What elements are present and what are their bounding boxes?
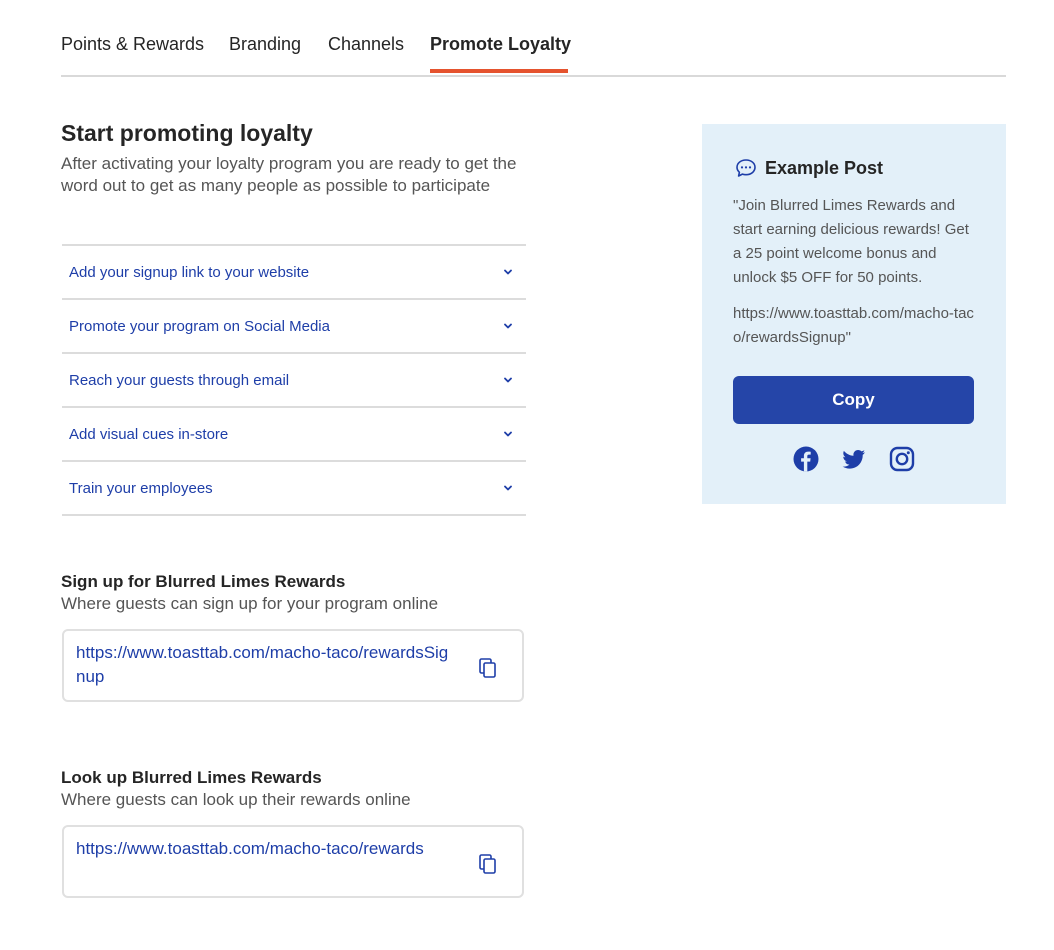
example-post-link: https://www.toasttab.com/macho-taco/rewa… — [733, 305, 974, 346]
accordion-item-label: Train your employees — [69, 480, 213, 497]
chevron-down-icon — [504, 485, 512, 491]
accordion-item-employees[interactable]: Train your employees — [62, 462, 526, 516]
lookup-link-box: https://www.toasttab.com/macho-taco/rewa… — [62, 825, 524, 898]
facebook-icon[interactable] — [793, 446, 819, 472]
signup-link-box: https://www.toasttab.com/macho-taco/rewa… — [62, 629, 524, 702]
accordion-item-email[interactable]: Reach your guests through email — [62, 354, 526, 408]
lookup-section-description: Where guests can look up their rewards o… — [61, 790, 411, 809]
active-tab-indicator — [430, 69, 568, 73]
copy-icon[interactable] — [478, 853, 498, 875]
chevron-down-icon — [504, 431, 512, 437]
accordion-item-in-store[interactable]: Add visual cues in-store — [62, 408, 526, 462]
example-post-body: "Join Blurred Limes Rewards and start ea… — [733, 197, 969, 286]
chevron-down-icon — [504, 377, 512, 383]
twitter-icon[interactable] — [841, 446, 867, 472]
instagram-icon[interactable] — [889, 446, 915, 472]
page-description: After activating your loyalty program yo… — [61, 154, 517, 195]
chevron-down-icon — [504, 323, 512, 329]
example-post-panel: Example Post "Join Blurred Limes Rewards… — [702, 124, 1006, 504]
copy-icon[interactable] — [478, 657, 498, 679]
accordion-item-social-media[interactable]: Promote your program on Social Media — [62, 300, 526, 354]
accordion-item-label: Promote your program on Social Media — [69, 318, 330, 335]
example-post-title: Example Post — [765, 158, 884, 178]
signup-section-title: Sign up for Blurred Limes Rewards — [61, 572, 346, 591]
tab-branding[interactable]: Branding — [229, 34, 301, 55]
promotion-steps-accordion: Add your signup link to your website Pro… — [62, 244, 526, 516]
accordion-item-label: Reach your guests through email — [69, 372, 290, 389]
chat-bubble-icon — [736, 159, 756, 177]
signup-url-link[interactable]: https://www.toasttab.com/macho-taco/rewa… — [76, 641, 456, 689]
tab-bar: Points & Rewards Branding Channels Promo… — [61, 0, 1006, 77]
tab-channels[interactable]: Channels — [328, 34, 404, 55]
lookup-url-link[interactable]: https://www.toasttab.com/macho-taco/rewa… — [76, 837, 456, 861]
copy-button[interactable]: Copy — [733, 376, 974, 424]
chevron-down-icon — [504, 269, 512, 275]
accordion-item-label: Add your signup link to your website — [69, 264, 310, 281]
accordion-item-website[interactable]: Add your signup link to your website — [62, 246, 526, 300]
signup-section-description: Where guests can sign up for your progra… — [61, 594, 439, 613]
tab-points-rewards[interactable]: Points & Rewards — [61, 34, 204, 55]
page-title: Start promoting loyalty — [61, 120, 313, 146]
tab-promote-loyalty[interactable]: Promote Loyalty — [430, 34, 571, 55]
lookup-section-title: Look up Blurred Limes Rewards — [61, 768, 322, 787]
accordion-item-label: Add visual cues in-store — [69, 426, 229, 443]
